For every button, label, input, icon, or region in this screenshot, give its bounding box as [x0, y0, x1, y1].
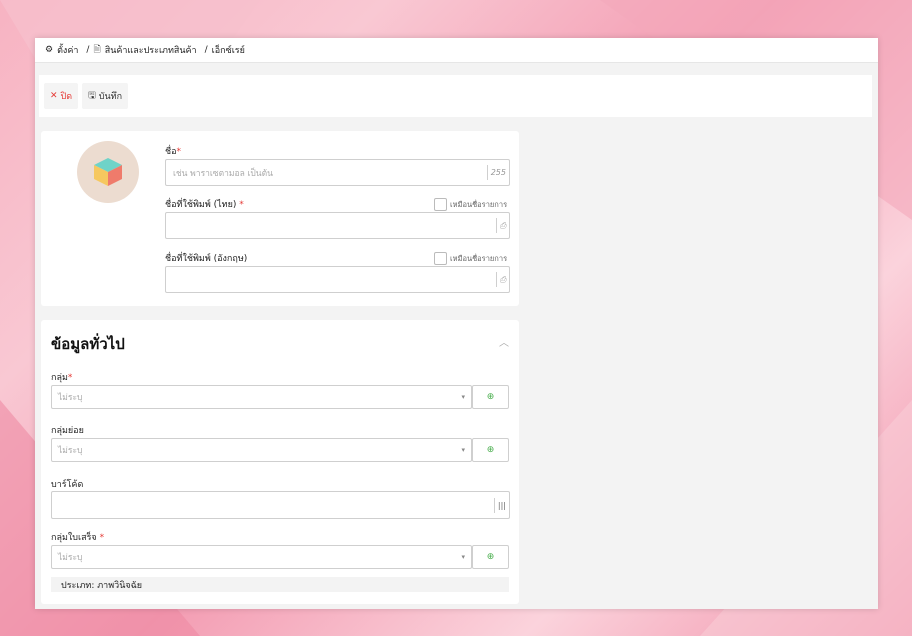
- name-maxlen: 255: [486, 165, 509, 180]
- add-subgroup-button[interactable]: ⊕: [472, 438, 509, 462]
- save-button-label: บันทึก: [98, 92, 123, 102]
- product-avatar[interactable]: [77, 141, 139, 203]
- group-select-value: ไม่ระบุ: [58, 393, 83, 403]
- breadcrumb-current: เอ็กซ์เรย์: [211, 46, 245, 56]
- breadcrumb-settings[interactable]: ตั้งค่า: [57, 43, 78, 57]
- checkbox-label: เหมือนชื่อรายการ: [450, 253, 508, 263]
- save-button[interactable]: 🖫 บันทึก: [82, 83, 129, 109]
- receipt-group-select[interactable]: ไม่ระบุ ▾: [51, 545, 472, 569]
- plus-circle-icon: ⊕: [486, 392, 495, 402]
- group-label: กลุ่ม*: [51, 373, 73, 383]
- group-select[interactable]: ไม่ระบุ ▾: [51, 385, 472, 409]
- section-title: ข้อมูลทั่วไป: [51, 335, 125, 353]
- breadcrumb-separator: /: [86, 45, 90, 55]
- box-icon: [94, 158, 122, 186]
- add-receipt-group-button[interactable]: ⊕: [472, 545, 509, 569]
- barcode-icon[interactable]: |||: [493, 497, 509, 513]
- subgroup-select[interactable]: ไม่ระบุ ▾: [51, 438, 472, 462]
- same-as-item-th-checkbox[interactable]: เหมือนชื่อรายการ: [434, 198, 507, 211]
- print-name-th-label: ชื่อที่ใช้พิมพ์ (ไทย) *: [165, 200, 244, 210]
- name-label: ชื่อ*: [165, 147, 182, 157]
- subgroup-select-value: ไม่ระบุ: [58, 446, 83, 456]
- subgroup-label: กลุ่มย่อย: [51, 426, 84, 436]
- checkbox-box: [434, 252, 447, 265]
- name-input[interactable]: เช่น พาราเซตามอล เป็นต้น 255: [165, 159, 510, 186]
- receipt-group-select-value: ไม่ระบุ: [58, 553, 83, 563]
- name-placeholder: เช่น พาราเซตามอล เป็นต้น: [173, 168, 273, 179]
- print-name-en-input[interactable]: ⎙: [165, 266, 510, 293]
- breadcrumb: ⚙ ตั้งค่า / 🗎 สินค้าและประเภทสินค้า / เอ…: [35, 38, 878, 63]
- add-group-button[interactable]: ⊕: [472, 385, 509, 409]
- gear-icon: ⚙: [45, 45, 54, 55]
- document-icon: 🗎: [93, 45, 101, 55]
- barcode-input[interactable]: |||: [51, 491, 510, 519]
- breadcrumb-products[interactable]: สินค้าและประเภทสินค้า: [105, 43, 197, 57]
- close-button[interactable]: ✕ ปิด: [44, 83, 79, 109]
- chevron-up-icon[interactable]: ︿: [499, 334, 509, 349]
- toolbar: ✕ ปิด 🖫 บันทึก: [39, 75, 872, 117]
- same-as-item-en-checkbox[interactable]: เหมือนชื่อรายการ: [434, 252, 507, 265]
- caret-down-icon: ▾: [461, 393, 465, 401]
- printer-icon[interactable]: ⎙: [495, 218, 509, 233]
- caret-down-icon: ▾: [461, 553, 465, 561]
- checkbox-label: เหมือนชื่อรายการ: [450, 199, 508, 209]
- save-icon: 🖫: [88, 91, 96, 101]
- close-icon: ✕: [50, 91, 58, 101]
- plus-circle-icon: ⊕: [486, 445, 495, 455]
- type-info-bar: ประเภท: ภาพวินิจฉัย: [51, 577, 509, 592]
- print-name-th-input[interactable]: ⎙: [165, 212, 510, 239]
- printer-icon[interactable]: ⎙: [495, 272, 509, 287]
- breadcrumb-separator: /: [204, 45, 208, 55]
- caret-down-icon: ▾: [461, 446, 465, 454]
- receipt-group-label: กลุ่มใบเสร็จ *: [51, 533, 105, 543]
- name-card: ชื่อ* เช่น พาราเซตามอล เป็นต้น 255 ชื่อท…: [41, 131, 519, 306]
- type-text: ประเภท: ภาพวินิจฉัย: [61, 580, 143, 591]
- plus-circle-icon: ⊕: [486, 552, 495, 562]
- print-name-en-label: ชื่อที่ใช้พิมพ์ (อังกฤษ): [165, 254, 248, 264]
- close-button-label: ปิด: [60, 92, 73, 102]
- general-info-card: ข้อมูลทั่วไป ︿ กลุ่ม* ไม่ระบุ ▾ ⊕ กลุ่มย…: [41, 320, 519, 604]
- barcode-label: บาร์โค้ด: [51, 480, 84, 490]
- checkbox-box: [434, 198, 447, 211]
- app-window: ⚙ ตั้งค่า / 🗎 สินค้าและประเภทสินค้า / เอ…: [35, 38, 878, 609]
